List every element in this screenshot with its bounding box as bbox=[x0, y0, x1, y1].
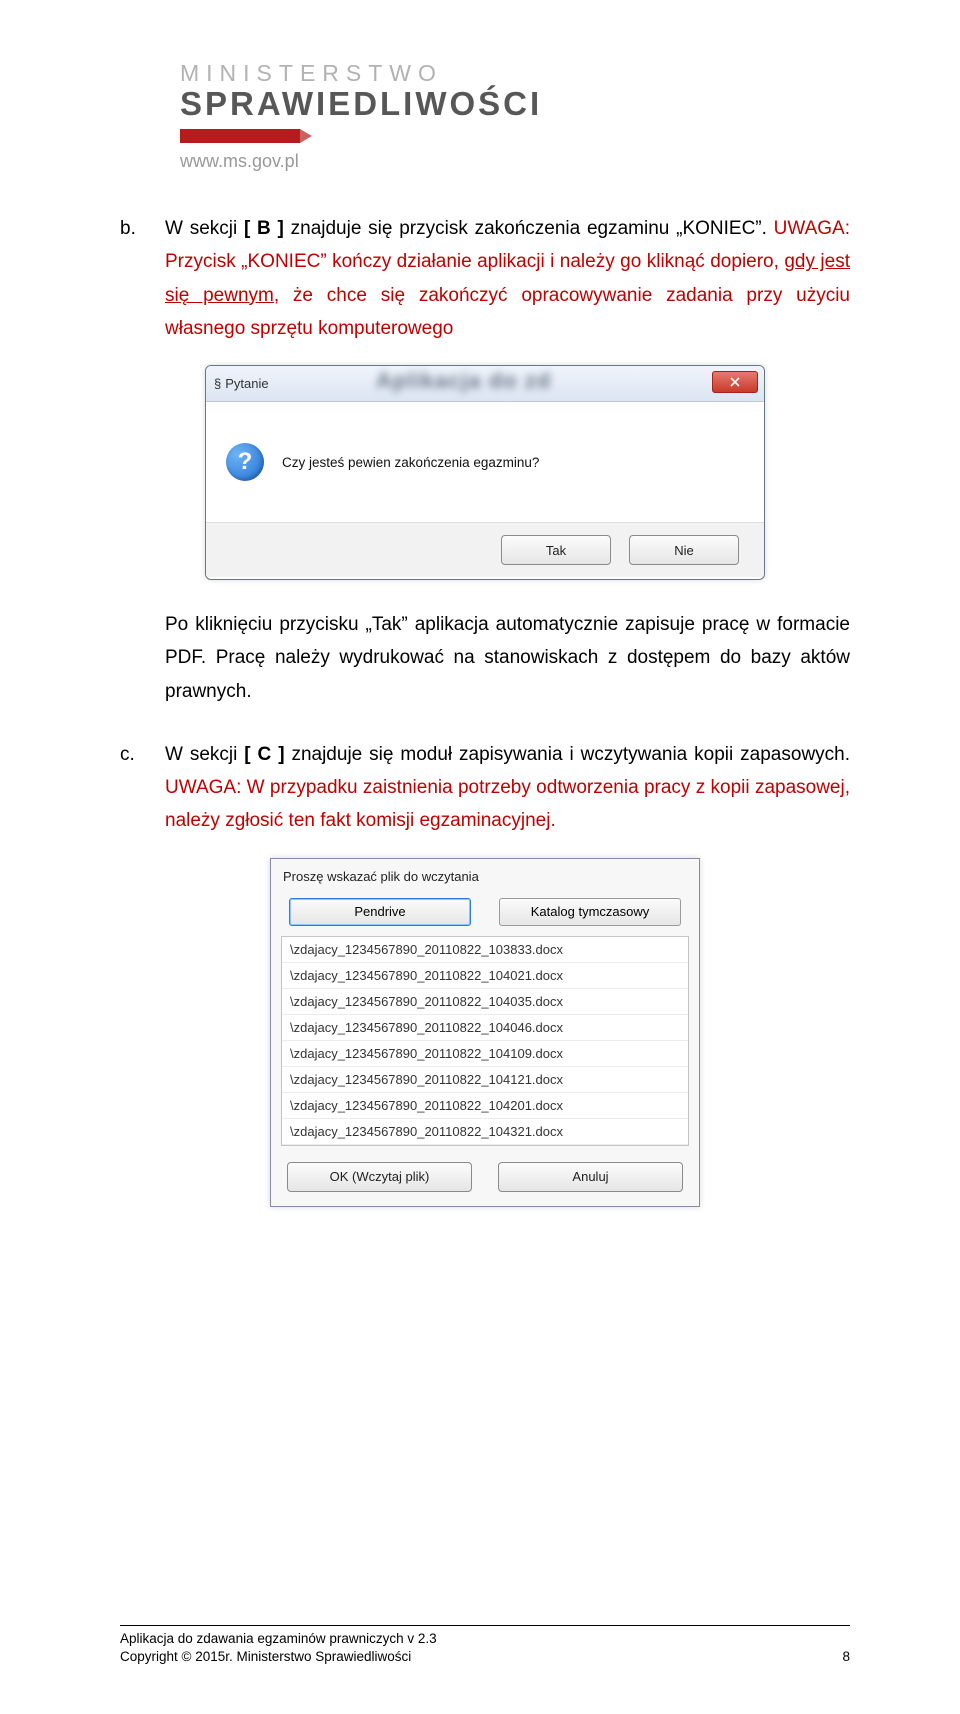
para-c-bold: [ C ] bbox=[244, 744, 284, 765]
list-item[interactable]: \zdajacy_1234567890_20110822_103833.docx bbox=[282, 937, 688, 963]
list-item[interactable]: \zdajacy_1234567890_20110822_104109.docx bbox=[282, 1041, 688, 1067]
page-number: 8 bbox=[842, 1648, 850, 1666]
ministry-url: www.ms.gov.pl bbox=[180, 151, 850, 172]
list-item[interactable]: \zdajacy_1234567890_20110822_104046.docx bbox=[282, 1015, 688, 1041]
list-item[interactable]: \zdajacy_1234567890_20110822_104035.docx bbox=[282, 989, 688, 1015]
dialog-title: Pytanie bbox=[225, 376, 268, 391]
ministry-logo: MINISTERSTWO SPRAWIEDLIWOŚCI www.ms.gov.… bbox=[180, 60, 850, 172]
list-item[interactable]: \zdajacy_1234567890_20110822_104201.docx bbox=[282, 1093, 688, 1119]
para-c-warn: UWAGA: W przypadku zaistnienia potrzeby … bbox=[165, 777, 850, 831]
red-ribbon bbox=[180, 129, 300, 143]
blurred-background-title: Aplikacja do zd bbox=[376, 368, 551, 394]
list-item[interactable]: \zdajacy_1234567890_20110822_104321.docx bbox=[282, 1119, 688, 1145]
section-symbol: § bbox=[214, 376, 221, 391]
paragraph-b: b. W sekcji [ B ] znajduje się przycisk … bbox=[120, 212, 850, 345]
close-button[interactable] bbox=[712, 371, 758, 393]
ministry-line2: SPRAWIEDLIWOŚCI bbox=[180, 85, 850, 123]
dialog-question-text: Czy jesteś pewien zakończenia egazminu? bbox=[282, 455, 539, 470]
question-icon: ? bbox=[226, 443, 264, 481]
paragraph-after-dialog: Po kliknięciu przycisku „Tak” aplikacja … bbox=[120, 608, 850, 708]
tab-pendrive[interactable]: Pendrive bbox=[289, 898, 471, 926]
paragraph-c: c. W sekcji [ C ] znajduje się moduł zap… bbox=[120, 738, 850, 838]
para-b-post: znajduje się przycisk zakończenia egzami… bbox=[284, 218, 774, 239]
page-footer: Aplikacja do zdawania egzaminów prawnicz… bbox=[120, 1625, 850, 1666]
list-marker-c: c. bbox=[120, 738, 165, 838]
tab-temp-folder[interactable]: Katalog tymczasowy bbox=[499, 898, 681, 926]
list-marker-b: b. bbox=[120, 212, 165, 345]
para-b-bold: [ B ] bbox=[244, 218, 284, 239]
ministry-line1: MINISTERSTWO bbox=[180, 60, 850, 87]
close-icon bbox=[730, 377, 740, 387]
footer-copyright: Copyright © 2015r. Ministerstwo Sprawied… bbox=[120, 1648, 411, 1666]
para-c-pre: W sekcji bbox=[165, 744, 244, 765]
no-button[interactable]: Nie bbox=[629, 535, 739, 565]
para-c-post: znajduje się moduł zapisywania i wczytyw… bbox=[285, 744, 850, 765]
cancel-button[interactable]: Anuluj bbox=[498, 1162, 683, 1192]
yes-button[interactable]: Tak bbox=[501, 535, 611, 565]
ok-load-button[interactable]: OK (Wczytaj plik) bbox=[287, 1162, 472, 1192]
footer-rule bbox=[120, 1625, 850, 1626]
confirm-dialog: § Pytanie Aplikacja do zd ? Czy jesteś p… bbox=[205, 365, 765, 580]
list-item[interactable]: \zdajacy_1234567890_20110822_104121.docx bbox=[282, 1067, 688, 1093]
file-list[interactable]: \zdajacy_1234567890_20110822_103833.docx… bbox=[281, 936, 689, 1146]
file-picker-prompt: Proszę wskazać plik do wczytania bbox=[271, 859, 699, 892]
dialog-titlebar: § Pytanie Aplikacja do zd bbox=[206, 366, 764, 402]
para-b-pre: W sekcji bbox=[165, 218, 244, 239]
list-item[interactable]: \zdajacy_1234567890_20110822_104021.docx bbox=[282, 963, 688, 989]
footer-app-name: Aplikacja do zdawania egzaminów prawnicz… bbox=[120, 1630, 437, 1648]
file-picker-dialog: Proszę wskazać plik do wczytania Pendriv… bbox=[270, 858, 700, 1207]
